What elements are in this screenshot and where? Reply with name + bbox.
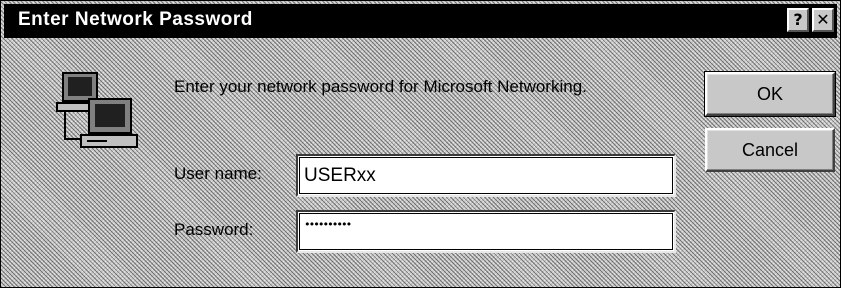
cancel-button[interactable]: Cancel: [705, 128, 835, 172]
help-icon: ?: [793, 10, 803, 29]
prompt-text: Enter your network password for Microsof…: [174, 77, 587, 96]
ok-button[interactable]: OK: [704, 71, 836, 117]
ok-button-label: OK: [756, 83, 783, 104]
password-field[interactable]: ••••••••••: [296, 210, 676, 253]
window-title: Enter Network Password: [18, 9, 253, 30]
help-button[interactable]: ?: [787, 8, 809, 32]
username-field[interactable]: USERxx: [296, 154, 676, 197]
password-label: Password:: [174, 220, 254, 239]
enter-network-password-dialog: Enter Network Password ? ✕ Enter your ne…: [0, 0, 841, 288]
cancel-button-label: Cancel: [741, 139, 799, 160]
username-label: User name:: [174, 164, 262, 183]
title-bar[interactable]: Enter Network Password ? ✕: [4, 4, 837, 38]
username-value: USERxx: [304, 165, 376, 186]
close-button[interactable]: ✕: [812, 8, 834, 32]
close-icon: ✕: [816, 10, 830, 29]
password-mask: ••••••••••: [304, 218, 352, 231]
network-computers-icon: [56, 72, 138, 148]
